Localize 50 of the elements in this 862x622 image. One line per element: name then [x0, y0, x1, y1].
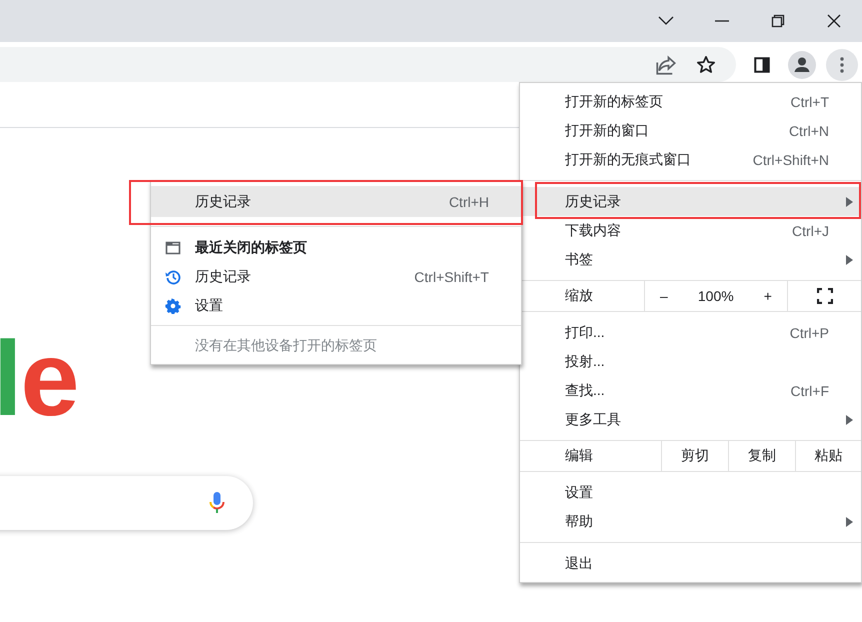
shortcut-text: Ctrl+J [792, 222, 829, 238]
shortcut-text: Ctrl+H [448, 194, 489, 210]
menu-item[interactable]: 更多工具 [520, 405, 861, 434]
zoom-in-button[interactable]: + [764, 288, 772, 304]
menu-icon [840, 56, 844, 72]
zoom-label: 缩放 [564, 286, 594, 305]
shortcut-text: Ctrl+T [790, 94, 829, 110]
shortcut-text: Ctrl+P [790, 324, 829, 340]
history-icon [165, 268, 181, 284]
submenu-arrow-icon [845, 516, 853, 526]
microphone-icon[interactable] [209, 491, 225, 515]
menu-button[interactable] [826, 48, 858, 80]
submenu-arrow-icon [845, 254, 853, 264]
tab-icon [165, 240, 181, 256]
logo: le [0, 326, 78, 440]
menu-item[interactable]: 打开新的无痕式窗口 Ctrl+Shift+N [520, 145, 861, 174]
submenu-arrow-icon [845, 196, 853, 206]
menu-item[interactable]: 历史记录 [520, 187, 861, 216]
submenu-arrow-icon [845, 414, 853, 424]
shortcut-text: Ctrl+Shift+N [752, 152, 829, 168]
recently-closed-heading: 最近关闭的标签页 [195, 238, 308, 256]
menu-item[interactable]: 投射... [520, 347, 861, 376]
share-icon [656, 54, 676, 74]
menu-item[interactable]: 书签 [520, 245, 861, 274]
profile-avatar[interactable] [788, 50, 816, 78]
menu-item[interactable]: 退出 [520, 549, 861, 578]
menu-item[interactable]: 帮助 [520, 507, 861, 536]
side-panel-icon [753, 56, 771, 74]
star-icon [696, 54, 716, 74]
restore-icon [770, 13, 786, 29]
fullscreen-icon[interactable] [816, 288, 832, 304]
menu-item[interactable]: 下载内容 Ctrl+J [520, 216, 861, 245]
empty-note: 没有在其他设备打开的标签页 [195, 336, 378, 354]
minimize-icon [715, 20, 729, 22]
menu-item[interactable]: 历史记录 Ctrl+H [151, 186, 521, 217]
shortcut-text: Ctrl+Shift+T [414, 268, 489, 284]
zoom-level: 100% [698, 288, 734, 304]
shortcut-text: Ctrl+F [790, 382, 829, 398]
menu-item[interactable]: 设置 [520, 478, 861, 507]
shortcut-text: Ctrl+N [788, 122, 829, 138]
menu-item[interactable]: 打开新的标签页 Ctrl+T [520, 87, 861, 116]
edit-label: 编辑 [564, 446, 594, 465]
menu-item[interactable]: 打开新的窗口 Ctrl+N [520, 116, 861, 145]
menu-item[interactable]: 设置 [151, 291, 521, 320]
zoom-out-button[interactable]: – [660, 288, 668, 304]
menu-item[interactable]: 历史记录 Ctrl+Shift+T [151, 262, 521, 291]
menu-item[interactable]: 查找... Ctrl+F [520, 376, 861, 405]
menu-item[interactable]: 打印... Ctrl+P [520, 318, 861, 347]
close-icon [826, 13, 842, 29]
gear-icon [165, 298, 181, 314]
